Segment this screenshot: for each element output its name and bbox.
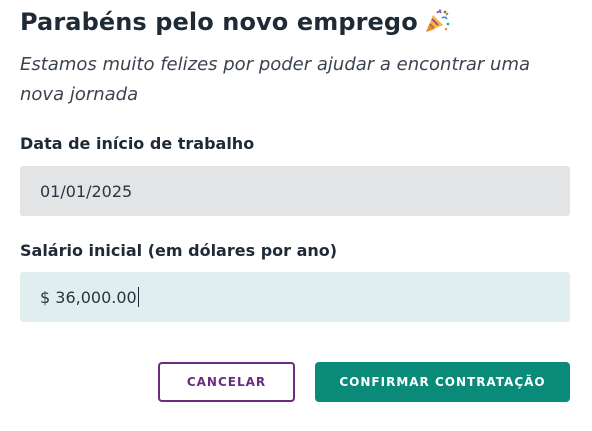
cancel-button[interactable]: CANCELAR [158,362,295,402]
confirm-hire-button[interactable]: CONFIRMAR CONTRATAÇÃO [315,362,570,402]
salary-label: Salário inicial (em dólares por ano) [20,241,338,260]
dialog-subtitle: Estamos muito felizes por poder ajudar a… [20,54,531,105]
start-date-label: Data de início de trabalho [20,134,255,153]
salary-value: $ 36,000.00 [40,287,137,307]
salary-field[interactable]: $ 36,000.00 [20,272,570,322]
hire-confirmation-dialog: Parabéns pelo novo emprego Estamos muito… [0,0,592,431]
start-date-field[interactable]: 01/01/2025 [20,166,570,216]
title-text: Parabéns pelo novo emprego [20,8,418,36]
party-popper-icon [424,9,450,39]
start-date-value: 01/01/2025 [40,181,133,201]
dialog-title: Parabéns pelo novo emprego [20,8,450,39]
text-cursor [137,287,139,307]
